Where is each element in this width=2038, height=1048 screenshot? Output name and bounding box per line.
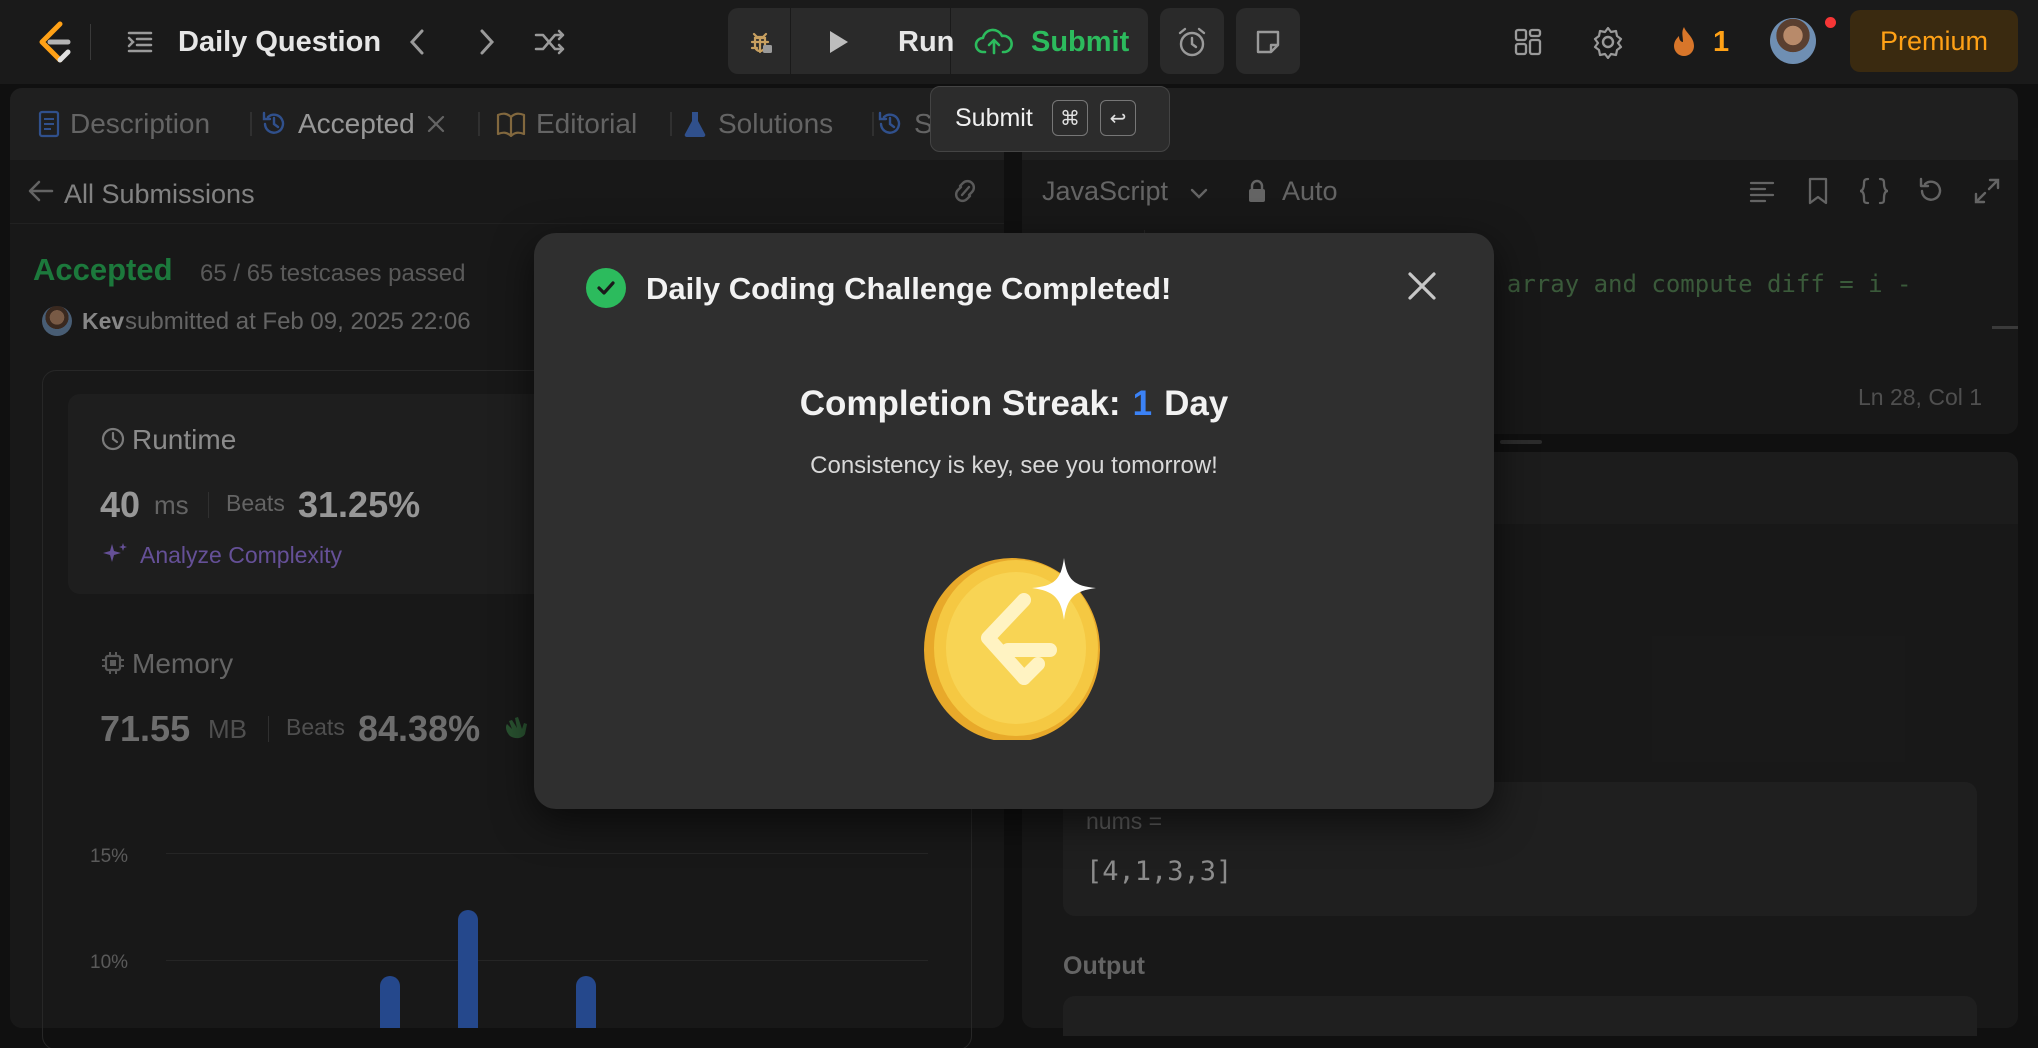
modal-message: Consistency is key, see you tomorrow! xyxy=(810,452,1218,479)
gold-coin-icon xyxy=(924,558,1100,740)
layout-grid-icon[interactable] xyxy=(1506,20,1550,64)
close-icon[interactable] xyxy=(1402,266,1442,306)
submit-button[interactable]: Submit xyxy=(1031,22,1129,62)
shortcut-key-enter: ↩ xyxy=(1100,100,1136,136)
completion-streak: Completion Streak: 1 Day xyxy=(534,384,1494,424)
cloud-upload-icon[interactable] xyxy=(972,20,1016,64)
problem-list-icon[interactable] xyxy=(118,20,162,64)
leetcode-logo-icon[interactable] xyxy=(30,18,78,66)
modal-title: Daily Coding Challenge Completed! xyxy=(646,271,1172,306)
note-icon[interactable] xyxy=(1246,20,1290,64)
streak-suffix: Day xyxy=(1164,384,1229,423)
top-navigation-bar: Daily Question Run Submit 1 Premium xyxy=(0,0,2038,84)
shortcut-key-cmd: ⌘ xyxy=(1052,100,1088,136)
run-button[interactable] xyxy=(816,20,860,64)
check-circle-icon xyxy=(586,268,626,308)
settings-gear-icon[interactable] xyxy=(1586,20,1630,64)
streak-fire-icon[interactable] xyxy=(1662,20,1706,64)
chevron-right-icon[interactable] xyxy=(464,20,508,64)
page-title[interactable]: Daily Question xyxy=(178,22,381,62)
user-avatar[interactable] xyxy=(1770,18,1816,64)
shuffle-icon[interactable] xyxy=(528,20,572,64)
streak-count[interactable]: 1 xyxy=(1713,22,1729,62)
divider xyxy=(790,8,791,74)
tooltip-label: Submit xyxy=(955,104,1033,132)
divider xyxy=(90,24,91,60)
notification-dot xyxy=(1825,17,1836,28)
premium-button[interactable]: Premium xyxy=(1850,10,2018,72)
run-button-label[interactable]: Run xyxy=(898,22,954,62)
chevron-left-icon[interactable] xyxy=(396,20,440,64)
debug-bug-icon[interactable] xyxy=(738,20,782,64)
streak-value: 1 xyxy=(1132,384,1153,423)
streak-prefix: Completion Streak: xyxy=(799,384,1121,423)
alarm-clock-icon[interactable] xyxy=(1170,20,1214,64)
